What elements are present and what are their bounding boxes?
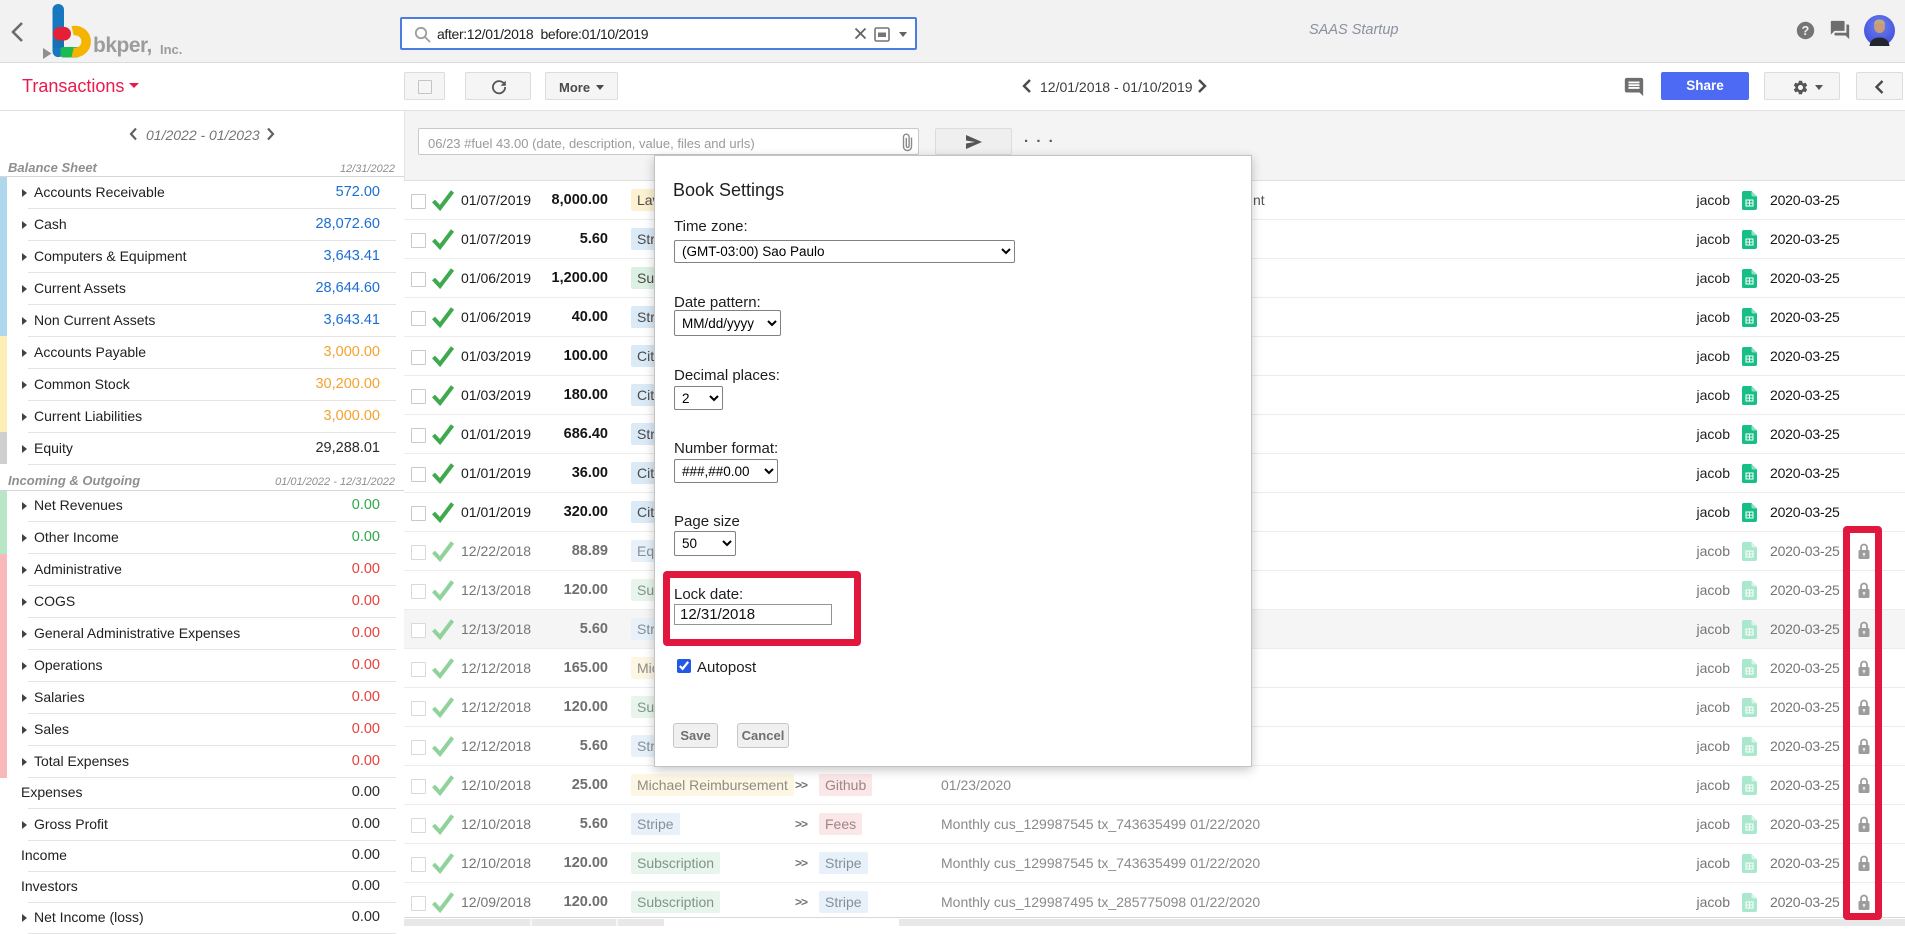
svg-text:?: ? bbox=[1802, 24, 1810, 38]
